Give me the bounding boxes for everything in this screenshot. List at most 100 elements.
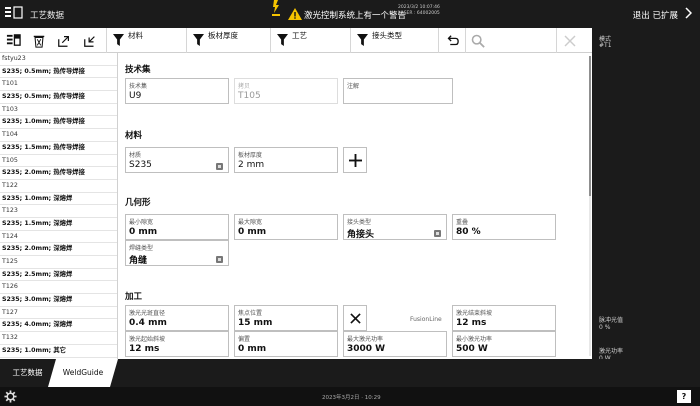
- ramp-start-label: 激光起始斜坡: [129, 336, 166, 343]
- overlap-label: 重叠: [456, 219, 469, 226]
- settings-icon[interactable]: [4, 390, 17, 403]
- layout-icon: [6, 34, 21, 46]
- import-icon: [84, 35, 95, 47]
- techset-list[interactable]: fstyu23 S235; 0.5mm; 热传导焊接 T101 S235; 0.5mm…: [0, 53, 118, 359]
- plus-icon: [348, 153, 362, 167]
- layout-button[interactable]: [0, 28, 26, 53]
- min-gap-label: 最小隙宽: [129, 219, 154, 226]
- list-item-code[interactable]: T126: [0, 281, 117, 295]
- min-power-label: 最小激光功率: [456, 336, 493, 343]
- list-item-desc[interactable]: S235; 2.5mm; 深熔焊: [0, 269, 117, 282]
- techset-label: 技术集: [129, 83, 148, 90]
- techset-detail: 技术集 技术集 U9 拷贝 T105 注解 材料 材质 S235 板材厚度 2 …: [118, 53, 592, 359]
- overlap-field[interactable]: 重叠 80 %: [452, 214, 556, 240]
- help-button[interactable]: ?: [677, 390, 691, 403]
- max-gap-value: 0 mm: [238, 227, 267, 237]
- material-select[interactable]: 材质 S235: [125, 147, 229, 173]
- list-item-desc[interactable]: S235; 1.0mm; 其它: [0, 345, 117, 358]
- thickness-field[interactable]: 板材厚度 2 mm: [234, 147, 338, 173]
- joint-type-select[interactable]: 接头类型 角接头: [343, 214, 447, 240]
- export-button[interactable]: [51, 28, 77, 53]
- alert-meta: 2023/3/2 10:07:46 LASER : 64002005: [398, 5, 440, 17]
- filter-icon: [113, 34, 124, 46]
- note-label: 注解: [347, 83, 360, 90]
- copy-field: 拷贝 T105: [234, 78, 338, 104]
- list-item-code[interactable]: T132: [0, 332, 117, 345]
- list-item-code[interactable]: fstyu23: [0, 53, 117, 66]
- trash-icon: [33, 35, 44, 48]
- laser-light-label: 脉冲光值: [599, 317, 624, 324]
- filter-joint-type-label: 接头类型: [372, 31, 402, 40]
- focus-position-label: 焦点位置: [238, 310, 263, 317]
- material-value: S235: [129, 160, 152, 170]
- import-button[interactable]: [77, 28, 103, 53]
- list-item-code[interactable]: T122: [0, 180, 117, 193]
- filter-joint-type[interactable]: 接头类型: [350, 28, 438, 53]
- min-gap-field[interactable]: 最小隙宽 0 mm: [125, 214, 229, 240]
- add-material-button[interactable]: [343, 147, 367, 173]
- app-title: 工艺数据: [30, 11, 65, 21]
- delete-button[interactable]: [26, 28, 51, 53]
- list-item-code[interactable]: T103: [0, 104, 117, 117]
- list-item-code[interactable]: T105: [0, 155, 117, 168]
- list-item-desc[interactable]: S235; 3.0mm; 深熔焊: [0, 294, 117, 307]
- status-bar: 2023年3月2日 · 10:29 ?: [0, 387, 700, 406]
- ramp-end-field[interactable]: 激光结束斜坡 12 ms: [452, 305, 556, 331]
- exit-extended-button[interactable]: 退出 已扩展: [633, 9, 678, 21]
- techset-field[interactable]: 技术集 U9: [125, 78, 229, 104]
- list-item-desc[interactable]: S235; 1.5mm; 深熔焊: [0, 218, 117, 231]
- dropdown-icon: [216, 163, 223, 170]
- list-item-desc[interactable]: S235; 0.5mm; 热传导焊接: [0, 66, 117, 79]
- status-panel: 模式 #T1 脉冲光值 0 % 激光功率 0 W: [592, 28, 700, 368]
- focus-position-field[interactable]: 焦点位置 15 mm: [234, 305, 338, 331]
- offset-field[interactable]: 偏置 0 mm: [234, 331, 338, 357]
- ramp-start-field[interactable]: 激光起始斜坡 12 ms: [125, 331, 229, 357]
- app-menu-icon[interactable]: [4, 6, 24, 20]
- techset-value: U9: [129, 91, 142, 101]
- filter-material[interactable]: 材料: [106, 28, 186, 53]
- dropdown-icon: [216, 256, 223, 263]
- note-field[interactable]: 注解: [343, 78, 453, 104]
- list-item-desc[interactable]: S235; 0.5mm; 热传导焊接: [0, 91, 117, 104]
- thickness-label: 板材厚度: [238, 152, 263, 159]
- min-power-field[interactable]: 最小激光功率 500 W: [452, 331, 556, 357]
- list-item-code[interactable]: T101: [0, 78, 117, 92]
- list-item-code[interactable]: T123: [0, 205, 117, 218]
- list-item-desc[interactable]: S235; 1.0mm; 热传导焊接: [0, 116, 117, 130]
- list-item-code[interactable]: T124: [0, 231, 117, 244]
- reset-filter-button[interactable]: [439, 28, 465, 53]
- scrollbar-thumb[interactable]: [589, 56, 591, 196]
- close-icon: [564, 35, 576, 46]
- list-item-desc[interactable]: S235; 1.5mm; 热传导焊接: [0, 142, 117, 155]
- tab-weldguide[interactable]: WeldGuide: [48, 359, 118, 387]
- list-item-desc[interactable]: S235; 2.0mm; 深熔焊: [0, 243, 117, 256]
- joint-type-label: 接头类型: [347, 219, 372, 226]
- ramp-end-label: 激光结束斜坡: [456, 310, 493, 317]
- spot-diameter-field[interactable]: 激光光斑直径 0.4 mm: [125, 305, 229, 331]
- clear-search-button[interactable]: [557, 28, 583, 53]
- seam-type-value: 角缝: [129, 256, 148, 266]
- list-item-code[interactable]: T127: [0, 307, 117, 320]
- seam-type-select[interactable]: 焊缝类型 角缝: [125, 240, 229, 266]
- offset-value: 0 mm: [238, 344, 267, 354]
- list-item-desc[interactable]: S235; 2.0mm; 热传导焊接: [0, 167, 117, 180]
- search-input[interactable]: [466, 28, 556, 53]
- material-label: 材质: [129, 152, 142, 159]
- ramp-start-value: 12 ms: [129, 344, 160, 354]
- warning-icon: [288, 8, 302, 20]
- toolbar: 材料 板材厚度 工艺 接头类型: [0, 28, 592, 53]
- chevron-right-icon[interactable]: [684, 7, 692, 19]
- list-item-code[interactable]: T104: [0, 129, 117, 142]
- dropdown-icon: [434, 230, 441, 237]
- list-item-desc[interactable]: S235; 4.0mm; 深熔焊: [0, 319, 117, 333]
- fusionline-toggle[interactable]: [343, 305, 367, 331]
- list-item-desc[interactable]: S235; 1.0mm; 深熔焊: [0, 193, 117, 206]
- search-icon: [471, 34, 485, 48]
- tab-process-data[interactable]: 工艺数据: [0, 359, 55, 387]
- max-gap-field[interactable]: 最大隙宽 0 mm: [234, 214, 338, 240]
- list-item-code[interactable]: T125: [0, 256, 117, 269]
- ramp-end-value: 12 ms: [456, 318, 487, 328]
- filter-process[interactable]: 工艺: [270, 28, 350, 53]
- max-power-field[interactable]: 最大激光功率 3000 W: [343, 331, 447, 357]
- filter-thickness[interactable]: 板材厚度: [186, 28, 270, 53]
